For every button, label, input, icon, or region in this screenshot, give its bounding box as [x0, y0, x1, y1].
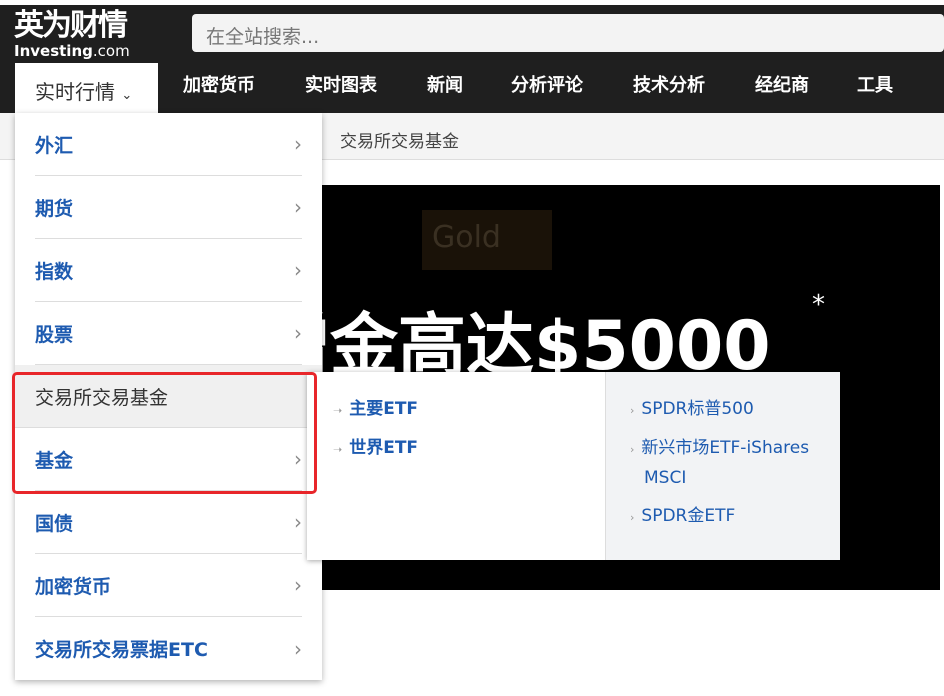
chevron-right-icon: ›: [630, 404, 634, 417]
nav-tab[interactable]: 实时图表: [305, 71, 377, 97]
subnav-item[interactable]: 交易所交易基金: [340, 127, 459, 152]
menu-item[interactable]: 指数›: [35, 239, 302, 302]
chevron-right-icon: ›: [294, 258, 302, 282]
banner-asterisk: *: [812, 290, 825, 320]
chevron-down-icon: ⌄: [121, 88, 132, 103]
header-bar: 英为财情 Investing.com 在全站搜索... 实时行情 ⌄ 加密货币 …: [0, 5, 944, 113]
submenu-link[interactable]: ›SPDR金ETF: [630, 502, 735, 532]
menu-item[interactable]: 交易所交易票据ETC›: [35, 617, 302, 680]
chevron-right-icon: ›: [294, 132, 302, 156]
nav-tab[interactable]: 工具: [857, 71, 893, 97]
search-input[interactable]: 在全站搜索...: [192, 14, 944, 52]
submenu-link[interactable]: ›新兴市场ETF-iShares MSCI: [630, 434, 835, 493]
logo-cn: 英为财情: [14, 9, 130, 43]
chevron-right-icon: ›: [630, 443, 634, 456]
nav-tab[interactable]: 技术分析: [633, 71, 705, 97]
nav-tab-quotes[interactable]: 实时行情 ⌄: [15, 63, 158, 113]
arrow-icon: ➝: [333, 443, 342, 456]
highlight-box: [12, 372, 317, 494]
submenu-link[interactable]: ›SPDR标普500: [630, 395, 754, 425]
submenu-popular: ›SPDR标普500 ›新兴市场ETF-iShares MSCI ›SPDR金E…: [605, 372, 840, 560]
menu-item[interactable]: 股票›: [35, 302, 302, 365]
chevron-right-icon: ›: [294, 637, 302, 661]
nav-tab[interactable]: 加密货币: [183, 71, 255, 97]
chevron-right-icon: ›: [294, 573, 302, 597]
logo[interactable]: 英为财情 Investing.com: [14, 9, 130, 59]
nav-tab[interactable]: 经纪商: [755, 71, 809, 97]
chevron-right-icon: ›: [294, 510, 302, 534]
chevron-right-icon: ›: [294, 321, 302, 345]
chevron-right-icon: ›: [294, 195, 302, 219]
nav-tab[interactable]: 新闻: [427, 71, 463, 97]
menu-item[interactable]: 期货›: [35, 176, 302, 239]
arrow-icon: ➝: [333, 404, 342, 417]
nav-tab[interactable]: 分析评论: [511, 71, 583, 97]
menu-item[interactable]: 外汇›: [35, 113, 302, 176]
submenu-link[interactable]: ➝主要ETF: [333, 395, 418, 425]
banner-gold: Gold: [422, 210, 552, 270]
submenu-link[interactable]: ➝世界ETF: [333, 434, 418, 464]
logo-en: Investing.com: [14, 43, 130, 59]
submenu-panel: ➝主要ETF ➝世界ETF ›SPDR标普500 ›新兴市场ETF-iShare…: [307, 372, 840, 560]
chevron-right-icon: ›: [630, 511, 634, 524]
menu-item[interactable]: 国债›: [35, 491, 302, 554]
menu-item[interactable]: 加密货币›: [35, 554, 302, 617]
main-nav: 实时行情 ⌄ 加密货币 实时图表 新闻 分析评论 技术分析 经纪商 工具: [0, 63, 944, 113]
